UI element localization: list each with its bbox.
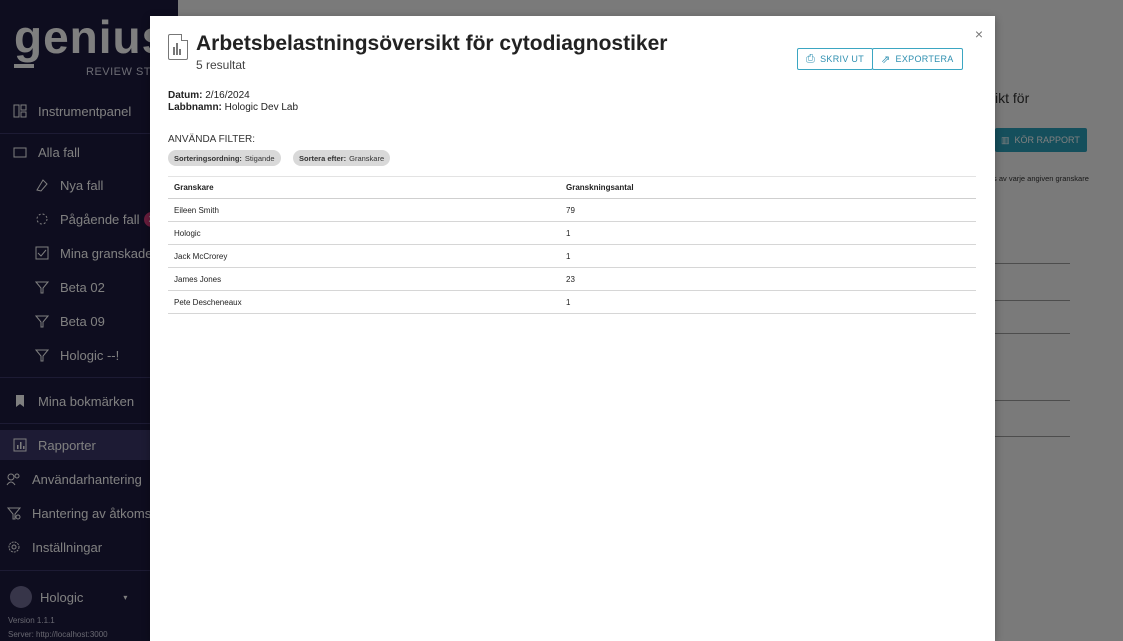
lab-label: Labbnamn: [168,102,222,113]
cell-reviewer: Hologic [168,221,560,245]
printer-icon: ⎙ [806,52,816,65]
external-link-icon: ⇗ [881,53,891,66]
filter-chip-label: Sortera efter: [299,153,347,163]
result-count: 5 resultat [196,58,246,72]
filter-chip-label: Sorteringsordning: [174,153,242,163]
date-info: Datum: 2/16/2024 [168,90,250,101]
cell-reviewer: Jack McCrorey [168,244,560,268]
cell-count: 1 [560,290,976,314]
filter-chip-sort-order: Sorteringsordning: Stigande [168,150,281,166]
export-label: EXPORTERA [895,54,954,64]
table-header-row: Granskare Granskningsantal [168,176,976,199]
close-icon[interactable]: × [975,26,983,42]
column-header-granskningsantal[interactable]: Granskningsantal [560,176,976,199]
filter-chip-value: Stigande [244,153,275,163]
print-button[interactable]: ⎙ SKRIV UT [797,48,874,70]
cell-count: 1 [560,244,976,268]
date-label: Datum: [168,90,203,101]
lab-info: Labbnamn: Hologic Dev Lab [168,102,298,113]
cell-count: 1 [560,221,976,245]
table-row: Pete Descheneaux 1 [168,290,976,314]
lab-value: Hologic Dev Lab [224,102,299,113]
export-button[interactable]: ⇗ EXPORTERA [872,48,963,70]
filter-chip-value: Granskare [349,153,385,163]
cell-reviewer: Pete Descheneaux [168,290,560,314]
table-row: Hologic 1 [168,221,976,245]
workload-table: Granskare Granskningsantal Eileen Smith … [168,176,976,314]
table-row: James Jones 23 [168,267,976,291]
report-icon [168,34,188,60]
filters-heading: ANVÄNDA FILTER: [168,134,256,145]
column-header-granskare[interactable]: Granskare [168,176,560,199]
table-row: Eileen Smith 79 [168,198,976,222]
print-label: SKRIV UT [820,54,865,64]
cell-reviewer: James Jones [168,267,560,291]
cell-count: 79 [560,198,976,222]
cell-reviewer: Eileen Smith [168,198,560,222]
cell-count: 23 [560,267,976,291]
date-value: 2/16/2024 [205,90,250,101]
filter-chip-sort-by: Sortera efter: Granskare [293,150,391,166]
report-dialog: × Arbetsbelastningsöversikt för cytodiag… [150,16,995,641]
dialog-title: Arbetsbelastningsöversikt för cytodiagno… [196,32,668,55]
table-row: Jack McCrorey 1 [168,244,976,268]
